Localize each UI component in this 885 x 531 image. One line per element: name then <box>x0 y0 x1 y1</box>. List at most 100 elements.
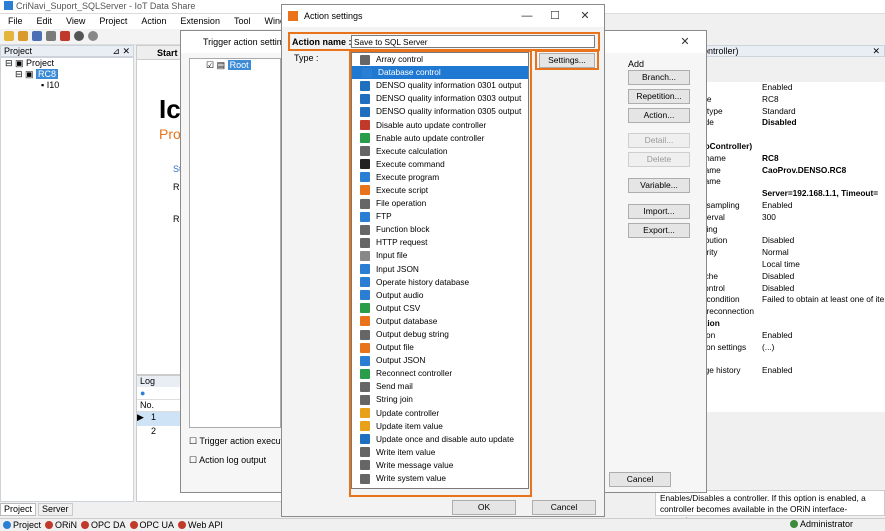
status-item-web-api[interactable]: Web API <box>178 519 223 531</box>
property-value: Enabled <box>762 82 793 92</box>
dialog-titlebar: Action settings — ☐ ✕ <box>282 5 604 27</box>
user-icon <box>790 520 798 528</box>
property-key: p <box>700 259 762 271</box>
status-label: OPC DA <box>91 519 126 530</box>
tree-node-project[interactable]: ⊟ ▣ Project <box>1 58 133 69</box>
property-row[interactable]: control Disabled <box>700 283 885 295</box>
highlight-settings <box>535 50 599 70</box>
menu-tool[interactable]: Tool <box>234 16 251 27</box>
copy-icon[interactable] <box>46 31 56 41</box>
trigger-title: Trigger action settings <box>203 37 292 47</box>
status-item-opc-da[interactable]: OPC DA <box>81 519 126 531</box>
property-row[interactable]: n type Standard <box>700 106 885 118</box>
tree-node-root[interactable]: ☑ ▤ Root <box>190 59 280 70</box>
property-row[interactable]: nge history Enabled <box>700 365 885 377</box>
tree-label-i10: I10 <box>46 80 60 90</box>
menu-file[interactable]: File <box>8 16 23 27</box>
log-output-checkbox[interactable]: ☐ Action log output <box>189 455 266 466</box>
ok-button[interactable]: OK <box>452 500 516 515</box>
close-icon[interactable]: ✕ <box>570 5 600 27</box>
property-row[interactable]: pling <box>700 224 885 236</box>
property-row[interactable]: Enabled <box>700 82 885 94</box>
property-row[interactable]: k condition Failed to obtain at least one… <box>700 294 885 306</box>
export-button[interactable]: Export... <box>628 223 690 238</box>
trigger-cancel-label: Cancel <box>626 474 654 484</box>
run-icon[interactable] <box>74 31 84 41</box>
tab-project-label: Project <box>4 504 33 514</box>
open-icon[interactable] <box>18 31 28 41</box>
close-icon[interactable]: ✕ <box>670 31 700 53</box>
property-key: me <box>700 94 762 106</box>
property-row[interactable]: ition settings (...) <box>700 342 885 354</box>
delete-button: Delete <box>628 152 690 167</box>
property-row[interactable]: ition Enabled <box>700 330 885 342</box>
tree-node-i10[interactable]: ▪ I10 <box>1 80 133 91</box>
property-key: g <box>700 377 762 389</box>
property-row[interactable]: aoController) <box>700 141 885 153</box>
status-bar: Project ORiN OPC DA OPC UA Web API <box>0 518 885 530</box>
property-value: Disabled <box>762 270 795 281</box>
log-row-no: 2 <box>151 426 157 436</box>
property-row[interactable]: iority Normal <box>700 247 885 259</box>
type-label: Type : <box>294 53 319 63</box>
menu-bar: FileEditViewProjectActionExtensionToolWi… <box>0 14 296 29</box>
property-row[interactable]: Server=192.168.1.1, Timeout= <box>700 188 885 200</box>
property-row[interactable]: ction <box>700 318 885 330</box>
property-row[interactable]: n <box>700 129 885 141</box>
tab-server[interactable]: Server <box>38 503 73 516</box>
property-key: ition settings <box>700 341 747 352</box>
log-row-no: 1 <box>151 412 157 422</box>
project-pane-header: Project ⊿ ✕ <box>0 45 134 57</box>
tree-node-rc8[interactable]: ⊟ ▣ RC8 <box>1 69 133 80</box>
maximize-icon[interactable]: ☐ <box>540 5 570 27</box>
property-row[interactable]: meRC8 <box>700 94 885 106</box>
status-item-project[interactable]: Project <box>3 519 41 531</box>
property-row[interactable]: ache Disabled <box>700 271 885 283</box>
refresh-icon[interactable]: ● <box>140 388 145 398</box>
pause-icon[interactable] <box>88 31 98 41</box>
property-row[interactable]: nterval 300 <box>700 212 885 224</box>
menu-view[interactable]: View <box>66 16 85 27</box>
property-row[interactable]: ribution Disabled <box>700 235 885 247</box>
menu-project[interactable]: Project <box>99 16 127 27</box>
close-icon[interactable]: ✕ <box>872 46 884 57</box>
cancel-button[interactable]: Cancel <box>532 500 596 515</box>
property-row[interactable]: name CaoProv.DENSO.RC8 <box>700 165 885 177</box>
menu-edit[interactable]: Edit <box>37 16 53 27</box>
save-icon[interactable] <box>32 31 42 41</box>
project-tree: ⊟ ▣ Project ⊟ ▣ RC8 ▪ I10 <box>0 57 134 502</box>
property-row[interactable]: pLocal time <box>700 259 885 271</box>
property-row[interactable]: r name RC8 <box>700 153 885 165</box>
property-value: Disabled <box>762 235 795 246</box>
properties-header: ontroller) ✕ <box>700 45 885 57</box>
tab-project[interactable]: Project <box>0 503 37 516</box>
repetition-button[interactable]: Repetition... <box>628 89 690 104</box>
property-row[interactable]: c reconnection <box>700 306 885 318</box>
stop-icon[interactable] <box>60 31 70 41</box>
pin-icon[interactable]: ⊿ ✕ <box>112 46 130 56</box>
variable-button[interactable]: Variable... <box>628 178 690 193</box>
minimize-icon[interactable]: — <box>512 5 542 27</box>
dialog-title: Action settings <box>304 11 363 21</box>
status-item-opc-ua[interactable]: OPC UA <box>129 519 174 531</box>
import-button[interactable]: Import... <box>628 204 690 219</box>
property-row[interactable]: name <box>700 176 885 188</box>
menu-extension[interactable]: Extension <box>180 16 220 27</box>
status-item-orin[interactable]: ORiN <box>45 519 77 531</box>
status-label: Project <box>13 519 42 530</box>
property-row[interactable] <box>700 353 885 365</box>
trigger-exec-checkbox[interactable]: ☐ Trigger action executi <box>189 436 285 447</box>
project-pane-title: Project <box>4 46 33 56</box>
branch-button[interactable]: Branch... <box>628 70 690 85</box>
trigger-cancel-button[interactable]: Cancel <box>609 472 671 487</box>
properties-grid: Enabled meRC8n typeStandardodeDisablednao… <box>700 82 885 412</box>
action-button[interactable]: Action... <box>628 108 690 123</box>
property-row[interactable]: c sampling Enabled <box>700 200 885 212</box>
property-key: ition <box>700 329 716 340</box>
new-icon[interactable] <box>4 31 14 41</box>
menu-action[interactable]: Action <box>141 16 166 27</box>
property-row[interactable]: g <box>700 377 885 389</box>
tree-label-root: Root <box>227 60 251 70</box>
cancel-button-label: Cancel <box>550 502 578 512</box>
property-row[interactable]: odeDisabled <box>700 117 885 129</box>
